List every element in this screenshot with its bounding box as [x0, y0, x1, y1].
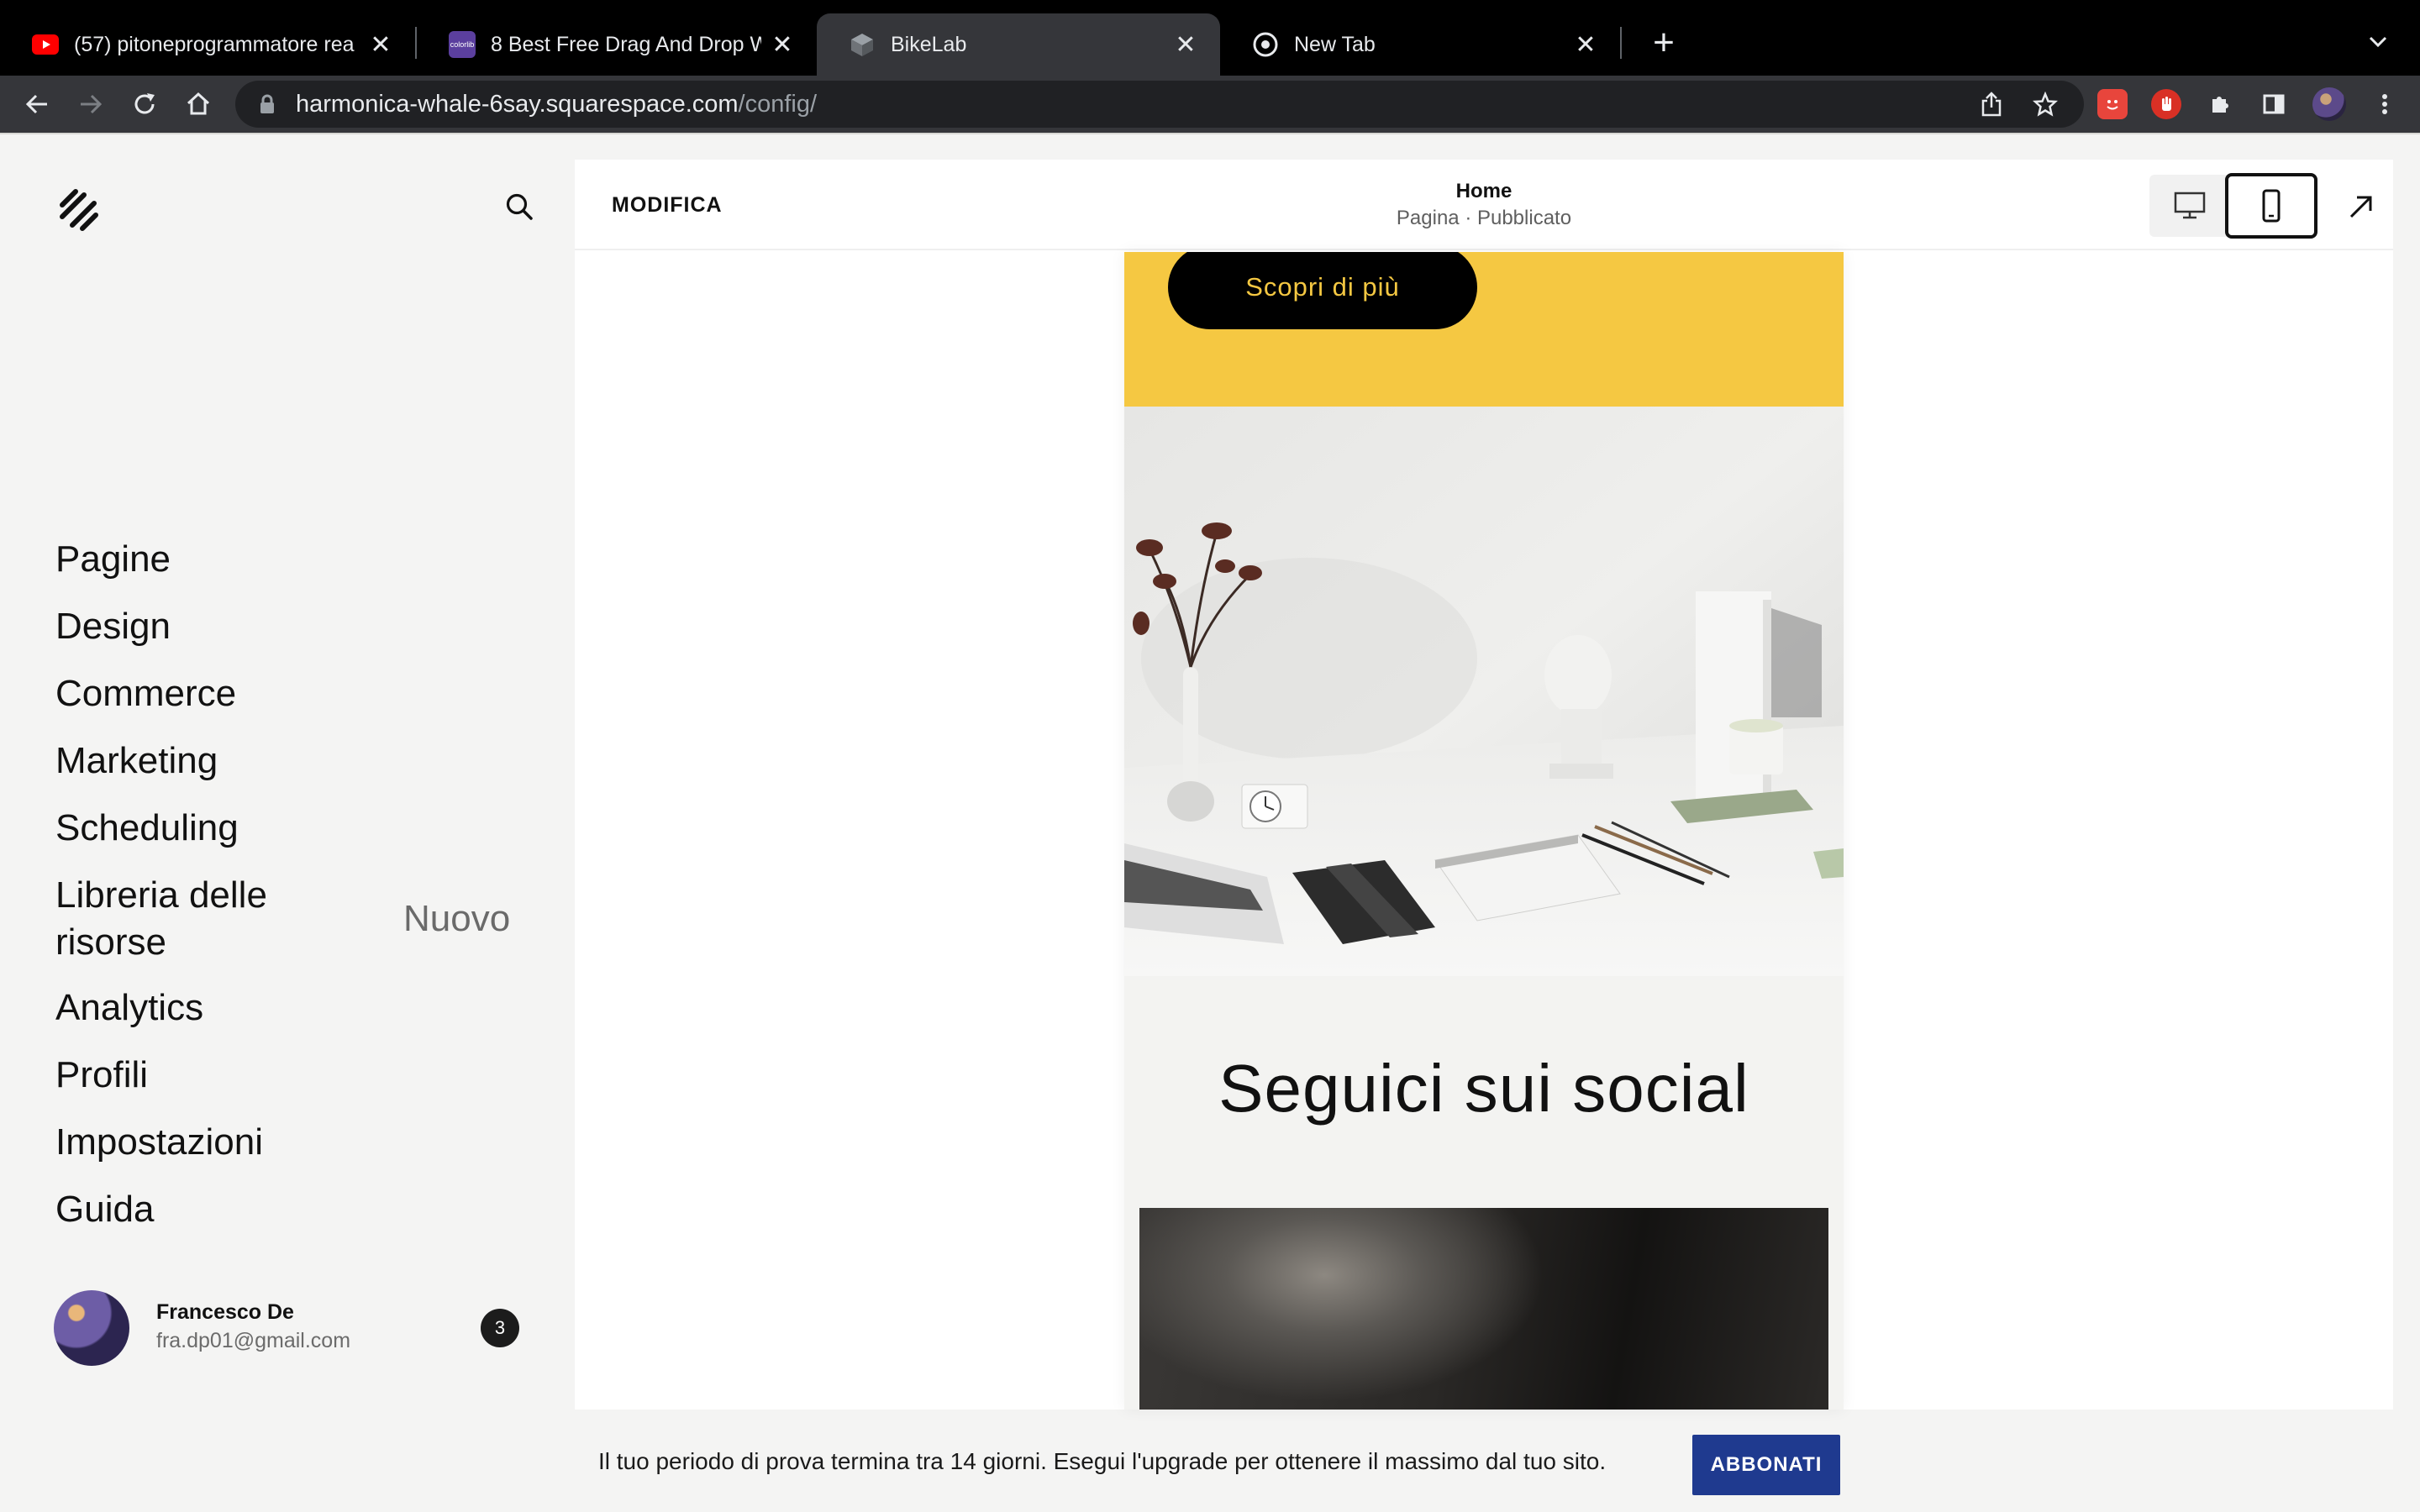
chrome-icon — [1252, 31, 1279, 58]
tab-new-tab[interactable]: New Tab ✕ — [1220, 13, 1620, 76]
nav-item-profili[interactable]: Profili — [55, 1052, 148, 1099]
share-icon[interactable] — [1971, 84, 2012, 124]
cta-section: Scopri di più — [1124, 252, 1844, 407]
close-tab-icon[interactable]: ✕ — [770, 31, 795, 59]
tab-search-chevron-icon[interactable] — [2361, 25, 2395, 59]
youtube-icon — [32, 31, 59, 58]
still-life-image[interactable] — [1124, 407, 1844, 976]
new-tab-plus-icon[interactable]: + — [1643, 22, 1685, 64]
colorlib-icon: colorlib — [449, 31, 476, 58]
back-arrow-icon[interactable] — [17, 84, 57, 124]
nav-item-libreria-delle-risorse[interactable]: Libreria delle risorse — [55, 872, 267, 966]
new-badge: Nuovo — [403, 898, 511, 939]
url-text: harmonica-whale-6say.squarespace.com/con… — [296, 90, 818, 118]
tab-youtube[interactable]: (57) pitoneprogrammatore rea ✕ — [0, 13, 415, 76]
page-title: Home — [1455, 180, 1512, 202]
nav-item-guida[interactable]: Guida — [55, 1186, 154, 1233]
browser-tab-strip: (57) pitoneprogrammatore rea ✕ colorlib … — [0, 0, 2420, 76]
nav-item-marketing[interactable]: Marketing — [55, 738, 218, 785]
page-status: Pagina · Pubblicato — [1396, 207, 1572, 229]
nav-item-commerce[interactable]: Commerce — [55, 670, 236, 717]
tab-bikelab[interactable]: BikeLab ✕ — [817, 13, 1220, 76]
tab-title: BikeLab — [891, 32, 967, 56]
nav-item-scheduling[interactable]: Scheduling — [55, 805, 239, 852]
tab-separator — [1620, 27, 1622, 59]
device-view-toggle — [2149, 173, 2317, 239]
close-tab-icon[interactable]: ✕ — [1573, 31, 1598, 59]
nav-item-pagine[interactable]: Pagine — [55, 536, 171, 583]
squarespace-logo-icon[interactable] — [54, 185, 104, 235]
open-site-arrow-icon[interactable] — [2343, 188, 2380, 225]
tab-title: (57) pitoneprogrammatore rea — [74, 32, 355, 56]
learn-more-button[interactable]: Scopri di più — [1168, 252, 1477, 329]
reload-icon[interactable] — [124, 84, 165, 124]
hand-blocker-icon[interactable] — [2151, 89, 2181, 119]
mobile-preview[interactable]: Scopri di più Seguici sui social — [1124, 252, 1844, 1410]
extension-red-icon[interactable] — [2097, 89, 2128, 119]
tab-title: New Tab — [1294, 32, 1376, 56]
address-bar[interactable]: harmonica-whale-6say.squarespace.com/con… — [235, 81, 2084, 128]
social-heading[interactable]: Seguici sui social — [1124, 1050, 1844, 1127]
editor-header: MODIFICA Home Pagina · Pubblicato — [575, 160, 2393, 250]
kebab-menu-icon[interactable] — [2365, 84, 2405, 124]
notification-count-badge[interactable]: 3 — [481, 1309, 519, 1347]
extensions-puzzle-icon[interactable] — [2205, 89, 2235, 119]
nav-item-analytics[interactable]: Analytics — [55, 984, 203, 1032]
editor-panel: MODIFICA Home Pagina · Pubblicato Scopri… — [575, 160, 2393, 1410]
nav-item-design[interactable]: Design — [55, 603, 171, 650]
lock-icon[interactable] — [255, 92, 279, 116]
user-name[interactable]: Francesco De — [156, 1300, 294, 1325]
forward-arrow-icon[interactable] — [71, 84, 111, 124]
nav-item-label-line: Libreria delle — [55, 874, 267, 916]
sidebar: Pagine Design Commerce Marketing Schedul… — [0, 134, 575, 1512]
nav-item-impostazioni[interactable]: Impostazioni — [55, 1119, 263, 1166]
close-tab-icon[interactable]: ✕ — [368, 31, 393, 59]
search-icon[interactable] — [501, 188, 538, 225]
nav-item-label-line: risorse — [55, 921, 167, 963]
side-panel-icon[interactable] — [2259, 89, 2289, 119]
user-avatar[interactable] — [54, 1290, 129, 1366]
desktop-view-icon[interactable] — [2149, 175, 2230, 237]
home-icon[interactable] — [178, 84, 218, 124]
mobile-view-icon[interactable] — [2225, 173, 2317, 239]
close-tab-icon[interactable]: ✕ — [1173, 31, 1198, 59]
subscribe-button[interactable]: ABBONATI — [1692, 1435, 1840, 1495]
profile-avatar[interactable] — [2312, 87, 2346, 121]
browser-toolbar: harmonica-whale-6say.squarespace.com/con… — [0, 76, 2420, 133]
trial-message: Il tuo periodo di prova termina tra 14 g… — [598, 1448, 1607, 1474]
tab-title: 8 Best Free Drag And Drop We — [491, 32, 761, 56]
squarespace-cube-icon — [849, 31, 876, 58]
bookmark-star-icon[interactable] — [2025, 84, 2065, 124]
tab-colorlib[interactable]: colorlib 8 Best Free Drag And Drop We ✕ — [417, 13, 817, 76]
user-email: fra.dp01@gmail.com — [156, 1329, 351, 1352]
social-image[interactable] — [1139, 1208, 1828, 1410]
